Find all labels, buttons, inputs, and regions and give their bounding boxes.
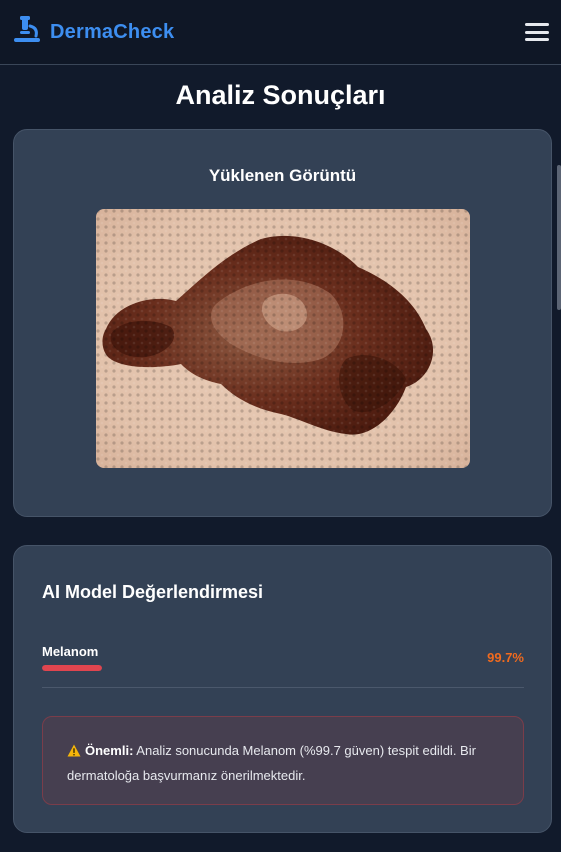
ai-evaluation-title: AI Model Değerlendirmesi — [42, 582, 264, 602]
result-row: Melanom 99.7% — [42, 644, 524, 671]
microscope-icon — [12, 15, 42, 49]
confidence-value: 99.7% — [487, 650, 524, 665]
confidence-bar-fill — [42, 665, 102, 671]
uploaded-lesion-image — [96, 209, 470, 468]
ai-evaluation-card: AI Model Değerlendirmesi Melanom 99.7% Ö… — [13, 545, 552, 833]
warning-triangle-icon — [67, 741, 81, 764]
navbar: DermaCheck — [0, 0, 561, 65]
alert-strong: Önemli: — [85, 743, 134, 758]
page-title: Analiz Sonuçları — [175, 80, 386, 110]
uploaded-image-title: Yüklenen Görüntü — [208, 166, 357, 185]
divider — [42, 687, 524, 688]
warning-alert: Önemli: Analiz sonucunda Melanom (%99.7 … — [42, 716, 524, 805]
scrollbar[interactable] — [557, 165, 561, 310]
uploaded-image-card: Yüklenen Görüntü — [13, 129, 552, 517]
result-label: Melanom — [42, 644, 99, 659]
brand[interactable]: DermaCheck — [12, 15, 175, 49]
hamburger-menu-icon[interactable] — [525, 23, 549, 41]
confidence-bar — [42, 665, 102, 671]
brand-name: DermaCheck — [50, 20, 175, 43]
